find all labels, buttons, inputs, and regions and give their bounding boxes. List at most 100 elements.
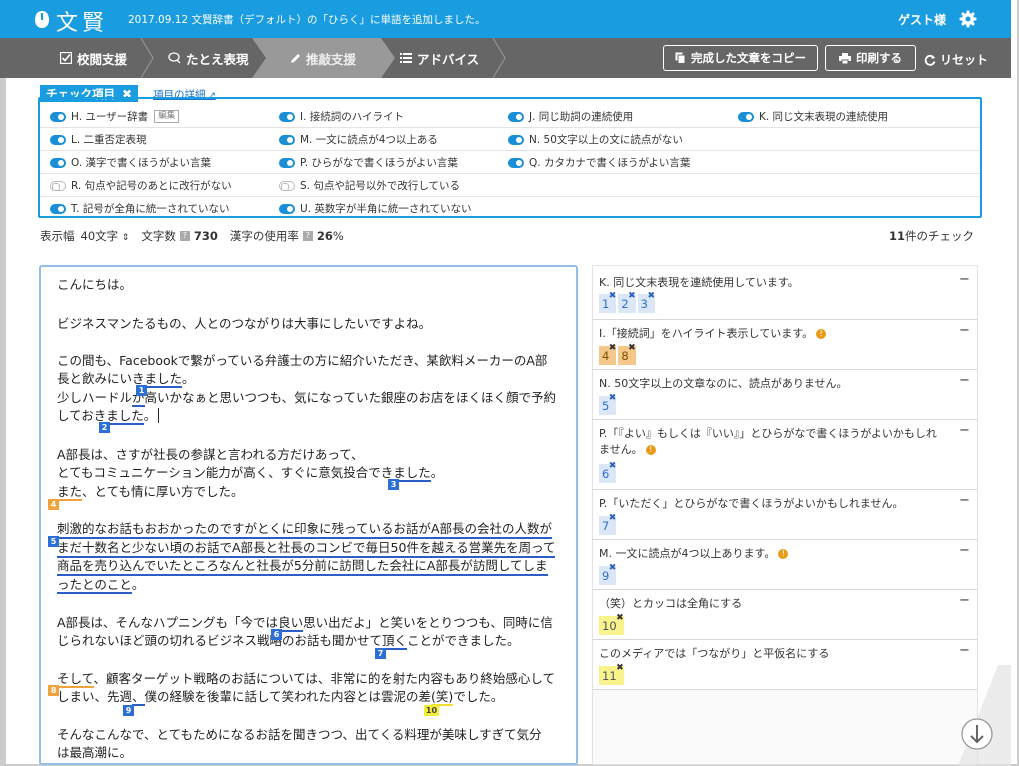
issue-tag[interactable]: 10 ✖ bbox=[599, 613, 624, 635]
check-item-p[interactable]: P. ひらがなで書くほうがよい言葉 bbox=[279, 154, 458, 171]
toggle-switch[interactable] bbox=[50, 111, 66, 122]
issue-tag[interactable]: 8 ✖ bbox=[618, 343, 636, 365]
check-item-n[interactable]: N. 50文字以上の文に読点がない bbox=[508, 131, 683, 148]
marker-3[interactable]: 3 bbox=[388, 479, 399, 490]
toggle-switch[interactable] bbox=[738, 111, 754, 122]
tab-proofreading[interactable]: 校閲支援 bbox=[60, 38, 127, 78]
toggle-switch[interactable] bbox=[279, 203, 295, 214]
issue-tag[interactable]: 5 ✖ bbox=[599, 393, 617, 415]
tab-label: 推敲支援 bbox=[306, 51, 357, 67]
advice-card: P.「『よい』もしくは『いい』」とひらがなで書くほうがよいかもしれません。! −… bbox=[593, 420, 977, 490]
issue-tag[interactable]: 2 ✖ bbox=[618, 291, 636, 313]
marker-10[interactable]: 10 bbox=[424, 705, 439, 716]
close-icon: ✖ bbox=[616, 663, 624, 673]
check-item-o[interactable]: O. 漢字で書くほうがよい言葉 bbox=[50, 154, 211, 171]
check-item-s[interactable]: S. 句点や記号以外で改行している bbox=[279, 177, 460, 194]
toggle-switch[interactable] bbox=[279, 111, 295, 122]
kanji-rate-value: 26 bbox=[316, 229, 333, 243]
copy-button[interactable]: 完成した文章をコピー bbox=[663, 45, 818, 71]
check-item-k[interactable]: K. 同じ文末表現の連続使用 bbox=[738, 108, 888, 125]
marker-5[interactable]: 5 bbox=[48, 536, 59, 547]
check-item-q[interactable]: Q. カタカナで書くほうがよい言葉 bbox=[508, 154, 690, 171]
info-icon[interactable]: ! bbox=[778, 549, 789, 559]
stats-bar: 表示幅 40文字 ⇕ 文字数 ? 730 漢字の使用率 ? 26% bbox=[40, 228, 344, 244]
reset-button[interactable]: リセット bbox=[924, 51, 988, 68]
check-item-u[interactable]: U. 英数字が半角に統一されていない bbox=[279, 200, 472, 217]
collapse-button[interactable]: − bbox=[959, 643, 970, 658]
toggle-switch[interactable] bbox=[50, 134, 66, 145]
collapse-button[interactable]: − bbox=[959, 272, 970, 287]
check-item-h[interactable]: H. ユーザー辞書 編集 bbox=[50, 108, 180, 125]
info-icon[interactable]: ! bbox=[816, 329, 827, 339]
marker-4[interactable]: 4 bbox=[48, 499, 59, 510]
marker-2[interactable]: 2 bbox=[99, 422, 110, 433]
tab-advice[interactable]: アドバイス bbox=[400, 38, 479, 78]
collapse-button[interactable]: − bbox=[959, 423, 970, 438]
advice-card: P.「いただく」とひらがなで書くほうがよいかもしれません。 − 7 ✖ bbox=[593, 490, 977, 540]
top-bar: 文賢 2017.09.12 文賢辞書（デフォルト）の「ひらく」に単語を追加しまし… bbox=[0, 0, 1011, 38]
close-icon: ✖ bbox=[628, 343, 636, 353]
print-button[interactable]: 印刷する bbox=[825, 45, 916, 71]
check-item-j[interactable]: J. 同じ助詞の連続使用 bbox=[508, 108, 633, 125]
toggle-switch[interactable] bbox=[279, 157, 295, 168]
issue-tag[interactable]: 6 ✖ bbox=[599, 461, 617, 483]
toggle-switch[interactable] bbox=[50, 157, 66, 168]
toggle-switch[interactable] bbox=[508, 134, 524, 145]
issue-tag[interactable]: 9 ✖ bbox=[599, 563, 617, 585]
issue-tag[interactable]: 1 ✖ bbox=[599, 291, 617, 313]
gear-icon[interactable] bbox=[959, 10, 977, 28]
toggle-switch[interactable] bbox=[508, 111, 524, 122]
display-width-label: 表示幅 bbox=[40, 229, 75, 243]
toggle-switch[interactable] bbox=[279, 180, 295, 191]
app-logo-text[interactable]: 文賢 bbox=[56, 5, 108, 37]
chevron-right-icon bbox=[140, 38, 154, 78]
check-item-t[interactable]: T. 記号が全角に統一されていない bbox=[50, 200, 230, 217]
scroll-top-button[interactable] bbox=[958, 665, 1011, 766]
advice-card: I.「接続詞」をハイライト表示しています。! − 4 ✖ 8 ✖ bbox=[593, 320, 977, 370]
editor-line: そして、顧客ターゲット戦略のお話については、非常に的を射た内容もあり終始感心して bbox=[57, 671, 556, 688]
check-item-r[interactable]: R. 句点や記号のあとに改行がない bbox=[50, 177, 232, 194]
issue-tag[interactable]: 7 ✖ bbox=[599, 513, 617, 535]
check-item-l[interactable]: L. 二重否定表現 bbox=[50, 131, 147, 148]
marker-7[interactable]: 7 bbox=[375, 648, 386, 659]
collapse-button[interactable]: − bbox=[959, 543, 970, 558]
logo-icon[interactable] bbox=[34, 9, 50, 29]
issue-tag[interactable]: 3 ✖ bbox=[637, 291, 655, 313]
info-icon[interactable]: ! bbox=[645, 445, 656, 455]
speech-icon bbox=[168, 52, 181, 64]
marker-9[interactable]: 9 bbox=[123, 705, 134, 716]
close-icon: ✖ bbox=[608, 291, 617, 301]
marker-6[interactable]: 6 bbox=[271, 629, 282, 640]
help-icon[interactable]: ? bbox=[179, 231, 190, 241]
close-icon: ✖ bbox=[628, 291, 636, 301]
tab-label: アドバイス bbox=[417, 51, 480, 67]
advice-card: K. 同じ文末表現を連続使用しています。 − 1 ✖ 2 ✖ 3 ✖ bbox=[593, 266, 977, 320]
tab-revision[interactable]: 推敲支援 bbox=[290, 38, 356, 78]
collapse-button[interactable]: − bbox=[959, 493, 970, 508]
toggle-switch[interactable] bbox=[50, 180, 66, 191]
tab-label: たとえ表現 bbox=[186, 51, 249, 67]
issue-tag[interactable]: 11 ✖ bbox=[599, 663, 624, 685]
marker-8[interactable]: 8 bbox=[48, 685, 59, 696]
marker-1[interactable]: 1 bbox=[136, 385, 147, 396]
edit-badge[interactable]: 編集 bbox=[154, 110, 180, 123]
check-row: L. 二重否定表現 M. 一文に読点が4つ以上ある N. 50文字以上の文に読点… bbox=[40, 128, 980, 151]
help-icon[interactable]: ? bbox=[302, 231, 313, 241]
collapse-button[interactable]: − bbox=[959, 323, 970, 338]
collapse-button[interactable]: − bbox=[959, 593, 970, 608]
display-width-select[interactable]: 40文字 ⇕ bbox=[81, 228, 130, 244]
editor-line: A部長は、さすが社長の参謀と言われる方だけあって、 bbox=[57, 447, 364, 462]
tab-metaphor[interactable]: たとえ表現 bbox=[168, 38, 249, 78]
toggle-switch[interactable] bbox=[279, 134, 295, 145]
check-item-i[interactable]: I. 接続詞のハイライト bbox=[279, 108, 404, 125]
collapse-button[interactable]: − bbox=[959, 373, 970, 388]
text-editor[interactable]: こんにちは。 ビジネスマンたるもの、人とのつながりは大事にしたいですよね。 この… bbox=[39, 265, 578, 765]
user-name[interactable]: ゲスト様 bbox=[898, 11, 946, 28]
toggle-switch[interactable] bbox=[50, 203, 66, 214]
select-arrow-icon: ⇕ bbox=[121, 233, 130, 243]
kanji-rate-label: 漢字の使用率 bbox=[229, 229, 299, 243]
toggle-switch[interactable] bbox=[508, 157, 524, 168]
editor-line: じられないほど頭の切れるビジネス戦略のお話も聞かせて頂くことができました。 bbox=[57, 633, 520, 650]
check-item-m[interactable]: M. 一文に読点が4つ以上ある bbox=[279, 131, 438, 148]
issue-tag[interactable]: 4 ✖ bbox=[599, 343, 617, 365]
